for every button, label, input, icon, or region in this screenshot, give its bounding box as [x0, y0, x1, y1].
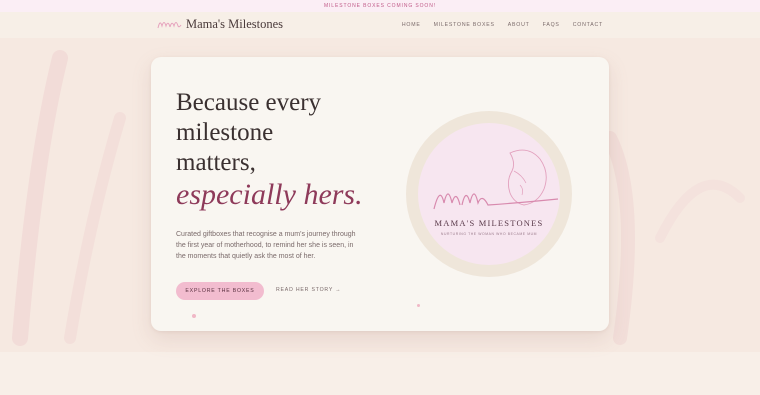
nav-milestone-boxes[interactable]: MILESTONE BOXES [434, 22, 495, 28]
heading-accent: especially hers. [176, 178, 363, 211]
main-nav: HOME MILESTONE BOXES ABOUT FAQS CONTACT [402, 22, 603, 28]
brand-subtitle: NURTURING THE WOMAN WHO BECAME MUM [440, 232, 538, 236]
decor-dot [192, 314, 196, 318]
logo-text[interactable]: Mama's Milestones [186, 17, 283, 32]
brand-title: MAMA'S MILESTONES [434, 218, 544, 228]
mother-silhouette-icon [433, 149, 559, 210]
brand-badge-inner: MAMA'S MILESTONES NURTURING THE WOMAN WH… [418, 123, 560, 265]
read-her-story-link[interactable]: READ HER STORY → [276, 287, 341, 293]
nav-faqs[interactable]: FAQS [543, 22, 560, 28]
hero-card: Because every milestone matters, especia… [151, 57, 609, 331]
background-lower [0, 352, 760, 395]
brand-badge: MAMA'S MILESTONES NURTURING THE WOMAN WH… [406, 111, 572, 277]
explore-boxes-label: EXPLORE THE BOXES [185, 288, 255, 294]
heading-line-2: milestone [176, 119, 274, 146]
nav-contact[interactable]: CONTACT [573, 22, 603, 28]
hero-paragraph: Curated giftboxes that recognise a mum's… [176, 231, 356, 260]
nav-about[interactable]: ABOUT [508, 22, 530, 28]
decor-dot [417, 304, 420, 307]
announcement-bar: MILESTONE BOXES COMING SOON! [0, 0, 760, 12]
nav-home[interactable]: HOME [402, 22, 421, 28]
heading-line-1: Because every [176, 89, 322, 116]
explore-boxes-button[interactable]: EXPLORE THE BOXES [176, 282, 264, 300]
site-header: Mama's Milestones HOME MILESTONE BOXES A… [0, 12, 760, 39]
heading-line-3: matters, [176, 149, 256, 176]
hero-heading: Because every milestone matters, especia… [176, 88, 376, 212]
logo-icon[interactable] [156, 16, 182, 32]
announcement-text: MILESTONE BOXES COMING SOON! [323, 3, 437, 9]
